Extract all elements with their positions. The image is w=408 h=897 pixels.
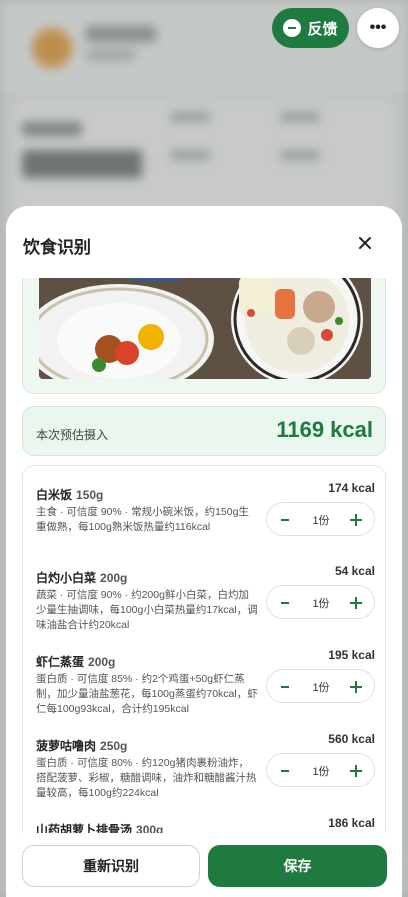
minus-icon[interactable] bbox=[275, 593, 295, 613]
sheet-footer: 重新识别 保存 bbox=[6, 833, 402, 897]
food-kcal: 54 kcal bbox=[334, 564, 375, 578]
plus-icon[interactable] bbox=[346, 593, 366, 613]
food-description: 蛋白质 · 可信度 80% · 约120g猪肉裹粉油炸，搭配菠萝、彩椒，糖醋调味… bbox=[36, 757, 257, 799]
food-name-text: 菠萝咕噜肉 bbox=[36, 739, 97, 753]
food-name: 白米饭 150g bbox=[36, 486, 103, 503]
sheet-title: 饮食识别 bbox=[23, 238, 91, 257]
food-name: 虾仁蒸蛋 200g bbox=[36, 653, 115, 670]
estimate-label: 本次预估摄入 bbox=[36, 428, 109, 442]
intake-estimate-card: 本次预估摄入 1169 kcal bbox=[22, 406, 386, 456]
food-item: 白米饭 150g 174 kcal 主食 · 可信度 90% · 常规小碗米饭，约… bbox=[23, 481, 387, 570]
retry-button[interactable]: 重新识别 bbox=[22, 845, 200, 887]
food-name: 菠萝咕噜肉 250g bbox=[36, 737, 127, 754]
minus-icon[interactable] bbox=[275, 510, 295, 530]
photo-card bbox=[22, 278, 386, 394]
quantity-stepper: 1份 bbox=[266, 585, 375, 619]
quantity-stepper: 1份 bbox=[266, 502, 375, 536]
food-description: 蔬菜 · 可信度 90% · 约200g鲜小白菜，白灼加少量生抽调味，每100g… bbox=[36, 589, 258, 631]
feedback-bubble-icon bbox=[283, 19, 302, 37]
quantity-value: 1份 bbox=[312, 598, 330, 610]
more-button[interactable]: ••• bbox=[357, 8, 399, 48]
plus-icon[interactable] bbox=[346, 677, 366, 697]
meal-photo bbox=[39, 278, 371, 379]
food-item: 虾仁蒸蛋 200g 195 kcal 蛋白质 · 可信度 85% · 约2个鸡蛋+… bbox=[23, 648, 387, 737]
plus-icon[interactable] bbox=[346, 761, 366, 781]
diet-recognition-sheet: 饮食识别 本次预估摄入 1169 kcal 白米饭 150g 174 kcal … bbox=[6, 206, 402, 897]
food-item: 山药胡萝卜排骨汤 300g 186 kcal bbox=[23, 816, 387, 833]
food-name: 白灼小白菜 200g bbox=[36, 569, 127, 586]
food-weight: 200g bbox=[100, 571, 128, 585]
food-name-text: 山药胡萝卜排骨汤 bbox=[36, 823, 133, 833]
scroll-content[interactable]: 本次预估摄入 1169 kcal 白米饭 150g 174 kcal 主食 · 可… bbox=[6, 278, 402, 833]
plus-icon[interactable] bbox=[346, 510, 366, 530]
food-weight: 200g bbox=[88, 655, 116, 669]
feedback-label: 反馈 bbox=[307, 20, 338, 38]
food-name-text: 白米饭 bbox=[36, 488, 73, 502]
food-weight: 250g bbox=[100, 739, 128, 753]
food-weight: 300g bbox=[136, 823, 164, 833]
food-weight: 150g bbox=[76, 488, 104, 502]
food-kcal: 174 kcal bbox=[328, 481, 375, 495]
food-name-text: 虾仁蒸蛋 bbox=[36, 655, 85, 669]
feedback-button[interactable]: 反馈 bbox=[272, 8, 349, 48]
estimate-value: 1169 kcal bbox=[276, 417, 373, 442]
close-button[interactable] bbox=[350, 228, 380, 258]
food-item: 白灼小白菜 200g 54 kcal 蔬菜 · 可信度 90% · 约200g鲜小… bbox=[23, 564, 387, 653]
food-description: 主食 · 可信度 90% · 常规小碗米饭，约150g生重做熟，每100g熟米饭… bbox=[36, 506, 249, 533]
food-name: 山药胡萝卜排骨汤 300g bbox=[36, 821, 163, 833]
minus-icon[interactable] bbox=[275, 677, 295, 697]
save-button[interactable]: 保存 bbox=[208, 845, 387, 887]
quantity-value: 1份 bbox=[312, 766, 330, 778]
food-name-text: 白灼小白菜 bbox=[36, 571, 97, 585]
close-icon bbox=[359, 237, 371, 249]
food-kcal: 195 kcal bbox=[328, 648, 375, 662]
food-list: 白米饭 150g 174 kcal 主食 · 可信度 90% · 常规小碗米饭，约… bbox=[22, 465, 386, 833]
more-dots-icon: ••• bbox=[369, 19, 387, 36]
food-kcal: 186 kcal bbox=[328, 816, 375, 830]
quantity-stepper: 1份 bbox=[266, 669, 375, 703]
food-description: 蛋白质 · 可信度 85% · 约2个鸡蛋+50g虾仁蒸制，加少量油盐葱花，每1… bbox=[36, 673, 258, 715]
quantity-stepper: 1份 bbox=[266, 753, 375, 787]
food-item: 菠萝咕噜肉 250g 560 kcal 蛋白质 · 可信度 80% · 约120g… bbox=[23, 732, 387, 821]
quantity-value: 1份 bbox=[312, 515, 330, 527]
minus-icon[interactable] bbox=[275, 761, 295, 781]
quantity-value: 1份 bbox=[312, 682, 330, 694]
food-kcal: 560 kcal bbox=[328, 732, 375, 746]
